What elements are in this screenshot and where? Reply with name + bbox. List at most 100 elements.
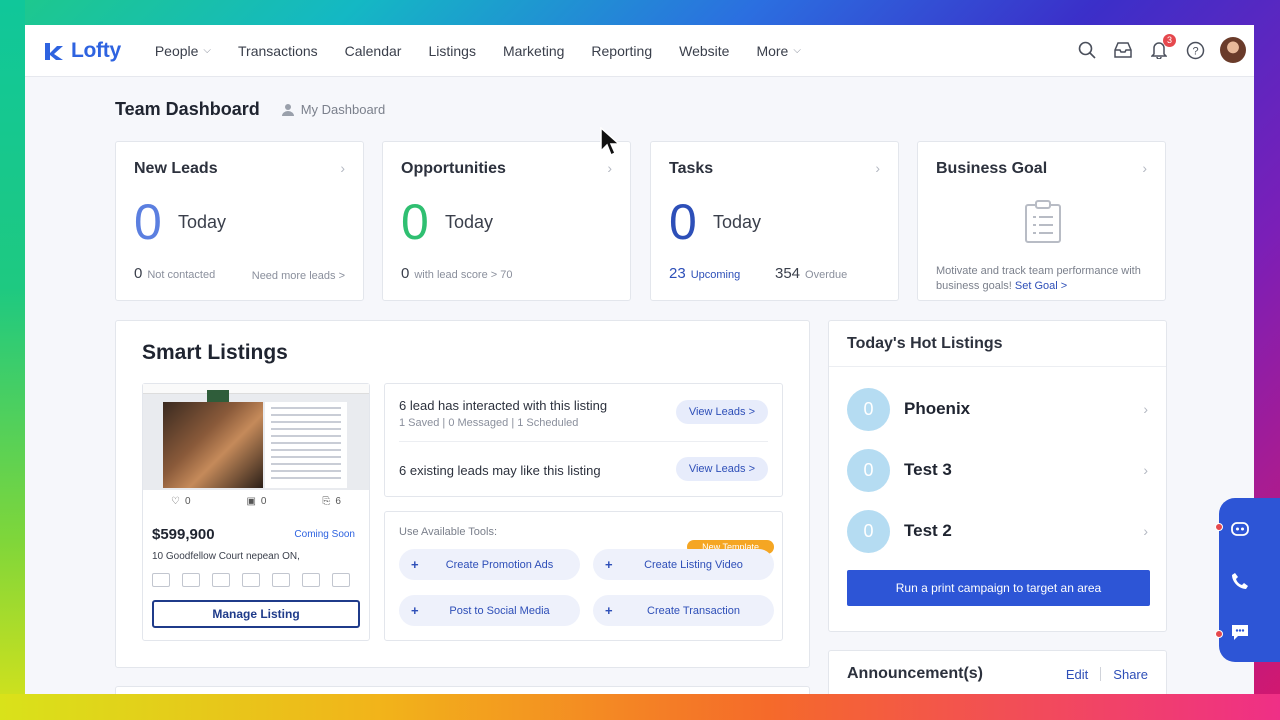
nav-listings-label: Listings bbox=[428, 42, 476, 59]
overdue-label: Overdue bbox=[805, 269, 848, 281]
share-announcement-link[interactable]: Share bbox=[1113, 667, 1148, 682]
lead-score-label: with lead score > 70 bbox=[414, 269, 513, 281]
nav-website[interactable]: Website bbox=[679, 43, 729, 59]
smart-listings-title: Smart Listings bbox=[142, 341, 288, 364]
nav-more[interactable]: More ⌵ bbox=[756, 43, 801, 59]
thumbnail-browser-bar bbox=[143, 384, 369, 394]
heart-icon: ♡ bbox=[170, 496, 180, 507]
tool-label: Create Listing Video bbox=[644, 558, 743, 571]
support-widget bbox=[1215, 498, 1280, 662]
insight-row: 6 lead has interacted with this listing … bbox=[399, 384, 768, 441]
nav-marketing[interactable]: Marketing bbox=[503, 43, 564, 59]
listing-thumbnail[interactable] bbox=[143, 384, 369, 490]
chevron-right-icon[interactable]: › bbox=[1142, 160, 1147, 176]
mouse-cursor-icon bbox=[600, 127, 620, 157]
folder-icon[interactable] bbox=[242, 573, 260, 587]
overdue-count: 354 bbox=[775, 265, 801, 282]
unread-dot bbox=[1215, 630, 1223, 638]
nav-people-label: People bbox=[154, 42, 199, 59]
chevron-right-icon[interactable]: › bbox=[607, 160, 612, 176]
plus-icon: + bbox=[411, 603, 419, 618]
likes-value: 0 bbox=[184, 496, 191, 507]
video-icon[interactable] bbox=[332, 573, 350, 587]
nav-calendar[interactable]: Calendar bbox=[345, 43, 402, 59]
view-leads-button[interactable]: View Leads > bbox=[675, 457, 768, 481]
manage-listing-button[interactable]: Manage Listing bbox=[152, 600, 360, 628]
upcoming-tasks[interactable]: 23 Upcoming bbox=[669, 265, 740, 282]
my-dashboard-link[interactable]: My Dashboard bbox=[281, 102, 385, 117]
print-campaign-button[interactable]: Run a print campaign to target an area bbox=[847, 570, 1150, 606]
truck-icon[interactable] bbox=[182, 573, 200, 587]
share-icon[interactable] bbox=[212, 573, 230, 587]
opportunities-card[interactable]: Opportunities › 0 Today 0 with lead score… bbox=[382, 141, 631, 301]
views-value: 6 bbox=[335, 496, 341, 507]
phone-icon[interactable] bbox=[1229, 570, 1251, 592]
hot-listing-count: 0 bbox=[847, 387, 890, 431]
tasks-title: Tasks bbox=[669, 160, 714, 177]
listing-card: ♡ 0 ▣ 0 ⎘ 6 $599,900 Coming Soon 10 Goodfel… bbox=[142, 383, 370, 641]
listing-action-icons bbox=[152, 573, 350, 587]
hot-listing-item[interactable]: 0 Phoenix › bbox=[847, 387, 1148, 431]
chatbot-icon[interactable] bbox=[1229, 518, 1251, 540]
image-icon[interactable] bbox=[152, 573, 170, 587]
lead-score-count: 0 bbox=[401, 265, 410, 282]
divider bbox=[1100, 667, 1102, 681]
chevron-right-icon[interactable]: › bbox=[340, 160, 345, 176]
set-goal-link[interactable]: Set Goal > bbox=[1015, 280, 1067, 292]
message-icon[interactable] bbox=[1229, 621, 1251, 643]
hot-listings-card: Today's Hot Listings 0 Phoenix › 0 Test … bbox=[828, 320, 1167, 632]
nav-listings[interactable]: Listings bbox=[428, 43, 475, 59]
create-promotion-ads-button[interactable]: + Create Promotion Ads bbox=[399, 549, 580, 580]
chevron-down-icon: ⌵ bbox=[203, 45, 212, 56]
nav-transactions[interactable]: Transactions bbox=[238, 43, 318, 59]
hot-listing-count: 0 bbox=[847, 509, 890, 553]
help-icon[interactable]: ? bbox=[1184, 39, 1206, 61]
search-icon[interactable] bbox=[1076, 39, 1098, 61]
handshake-photo bbox=[163, 402, 263, 488]
overdue-tasks[interactable]: 354 Overdue bbox=[775, 265, 847, 282]
chevron-right-icon: › bbox=[1143, 401, 1148, 417]
chevron-right-icon[interactable]: › bbox=[875, 160, 880, 176]
new-leads-card[interactable]: New Leads › 0 Today 0 Not contacted Need … bbox=[115, 141, 364, 301]
hot-listing-item[interactable]: 0 Test 3 › bbox=[847, 448, 1148, 492]
not-contacted-stat: 0 Not contacted bbox=[134, 265, 215, 282]
plus-icon: + bbox=[605, 557, 613, 572]
calendar-check-icon: ▣ bbox=[246, 496, 256, 507]
edit-announcement-link[interactable]: Edit bbox=[1066, 667, 1088, 682]
lead-score-stat: 0 with lead score > 70 bbox=[401, 265, 512, 282]
saves-count: ▣ 0 bbox=[246, 496, 266, 507]
inbox-icon[interactable] bbox=[1112, 39, 1134, 61]
nav-people[interactable]: People ⌵ bbox=[155, 43, 211, 59]
need-more-leads-link[interactable]: Need more leads > bbox=[252, 270, 345, 282]
create-transaction-button[interactable]: + Create Transaction bbox=[593, 595, 774, 626]
hot-listing-name: Phoenix bbox=[904, 399, 971, 418]
post-to-social-media-button[interactable]: + Post to Social Media bbox=[399, 595, 580, 626]
insight-main-text: 6 lead has interacted with this listing bbox=[399, 398, 608, 413]
next-section-card bbox=[115, 686, 810, 694]
opportunities-period: Today bbox=[445, 212, 494, 232]
newspaper-icon[interactable] bbox=[272, 573, 290, 587]
create-listing-video-button[interactable]: + Create Listing Video bbox=[593, 549, 774, 580]
notification-count-badge: 3 bbox=[1162, 34, 1176, 47]
nav-utilities: 3 ? bbox=[1076, 34, 1246, 63]
user-avatar[interactable] bbox=[1220, 37, 1246, 63]
insight-sub-text: 1 Saved | 0 Messaged | 1 Scheduled bbox=[399, 417, 579, 429]
announcements-card: Announcement(s) Edit Share bbox=[828, 650, 1167, 694]
svg-text:?: ? bbox=[1192, 45, 1198, 57]
nav-reporting-label: Reporting bbox=[591, 42, 653, 59]
hot-listing-name: Test 2 bbox=[904, 521, 952, 540]
nav-reporting[interactable]: Reporting bbox=[591, 43, 652, 59]
hot-listing-item[interactable]: 0 Test 2 › bbox=[847, 509, 1148, 553]
notification-bell-icon[interactable]: 3 bbox=[1148, 34, 1176, 61]
nav-calendar-label: Calendar bbox=[344, 42, 402, 59]
tool-label: Create Transaction bbox=[647, 604, 740, 617]
listing-insights: 6 lead has interacted with this listing … bbox=[384, 383, 783, 497]
brand-logo[interactable]: Lofty bbox=[43, 39, 121, 63]
view-leads-button[interactable]: View Leads > bbox=[675, 400, 768, 424]
tasks-card[interactable]: Tasks › 0 Today 23 Upcoming 354 Overdue bbox=[650, 141, 899, 301]
business-goal-card[interactable]: Business Goal › Motivate and track team … bbox=[917, 141, 1166, 301]
chevron-right-icon: › bbox=[1143, 462, 1148, 478]
new-leads-value: 0 bbox=[134, 194, 162, 250]
house-icon[interactable] bbox=[302, 573, 320, 587]
opportunities-title: Opportunities bbox=[401, 160, 506, 177]
